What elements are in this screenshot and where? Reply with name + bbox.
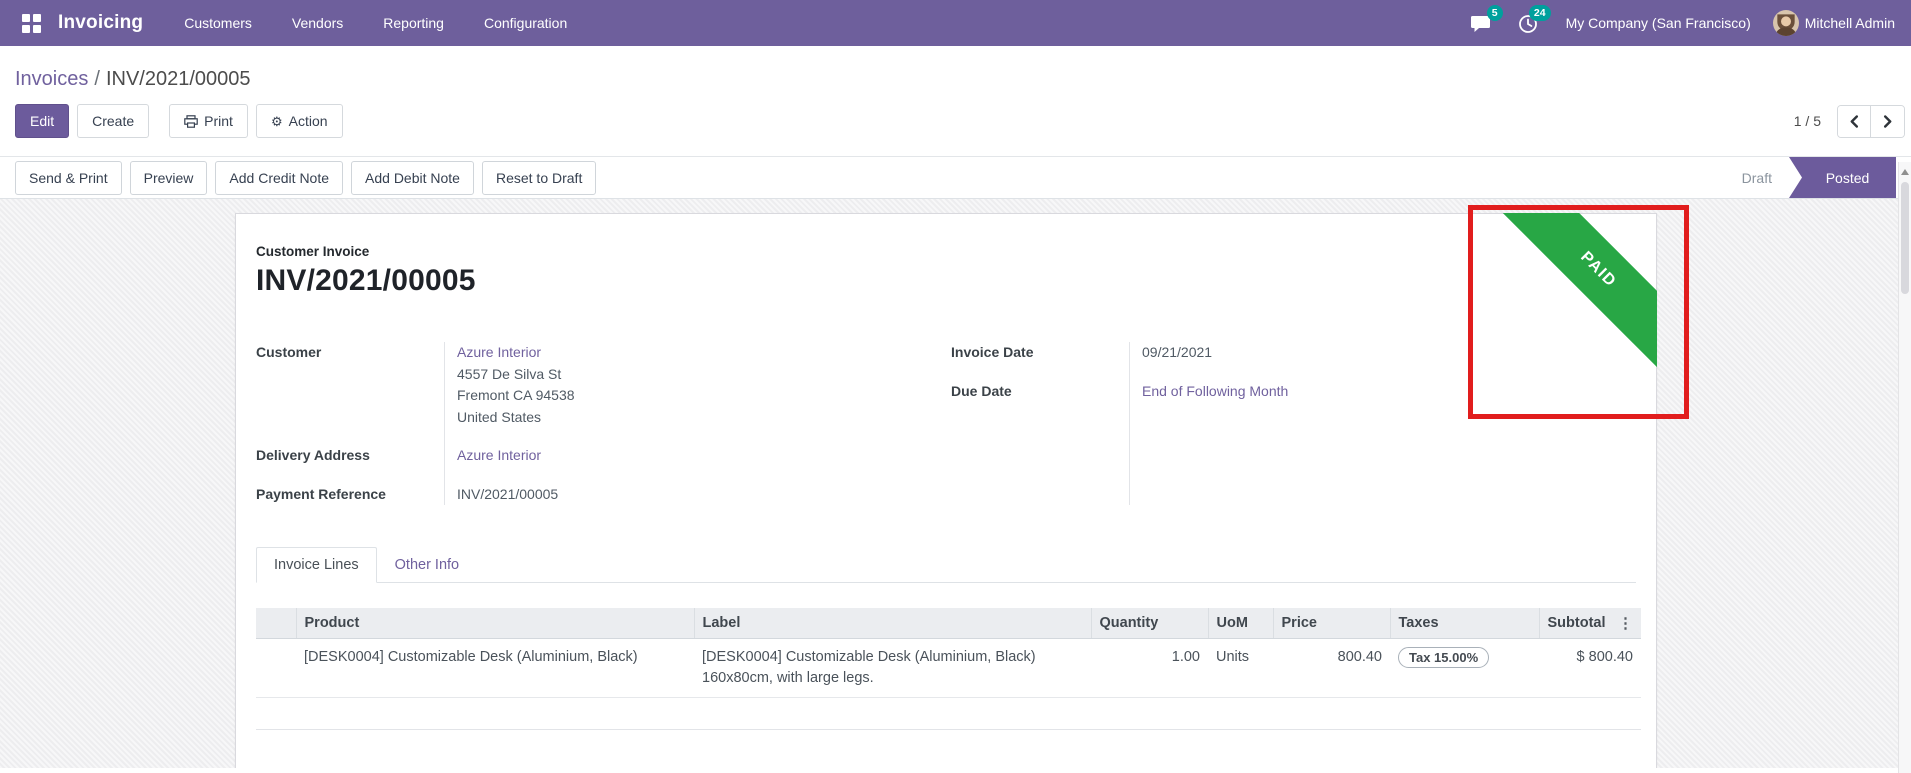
app-name[interactable]: Invoicing <box>58 12 143 34</box>
chat-bubble-icon <box>1470 15 1491 34</box>
table-header-row: Product Label Quantity UoM Price Taxes S… <box>256 608 1641 639</box>
invoice-number-title: INV/2021/00005 <box>256 264 1636 298</box>
customer-address-line: 4557 De Silva St <box>457 364 575 386</box>
invoice-sheet: Customer Invoice INV/2021/00005 Customer… <box>235 213 1657 768</box>
print-button[interactable]: Print <box>169 104 248 138</box>
customer-link[interactable]: Azure Interior <box>457 342 575 364</box>
breadcrumb-separator: / <box>94 68 100 90</box>
invoice-line-row[interactable]: [DESK0004] Customizable Desk (Aluminium,… <box>256 639 1641 698</box>
edit-button[interactable]: Edit <box>15 104 69 138</box>
quantity-column-header[interactable]: Quantity <box>1091 608 1208 639</box>
product-cell: [DESK0004] Customizable Desk (Aluminium,… <box>296 639 694 698</box>
label-column-header[interactable]: Label <box>694 608 1091 639</box>
activities-icon[interactable]: 24 <box>1518 12 1544 34</box>
due-date-field-label: Due Date <box>951 381 1129 403</box>
uom-column-header[interactable]: UoM <box>1208 608 1273 639</box>
user-menu[interactable]: Mitchell Admin <box>1805 15 1895 31</box>
top-navbar: Invoicing Customers Vendors Reporting Co… <box>0 0 1911 46</box>
grid-icon <box>22 14 41 33</box>
reset-to-draft-button[interactable]: Reset to Draft <box>482 161 596 195</box>
control-panel: Invoices / INV/2021/00005 Edit Create Prin… <box>0 46 1911 157</box>
due-date-value-link[interactable]: End of Following Month <box>1142 381 1288 403</box>
print-label: Print <box>204 114 233 128</box>
printer-icon <box>184 115 198 128</box>
add-debit-note-button[interactable]: Add Debit Note <box>351 161 474 195</box>
form-view-content: Customer Invoice INV/2021/00005 Customer… <box>0 199 1911 768</box>
pager: 1 / 5 <box>1794 105 1905 138</box>
stage-posted[interactable]: Posted <box>1789 157 1896 198</box>
send-print-button[interactable]: Send & Print <box>15 161 122 195</box>
statusbar: Send & Print Preview Add Credit Note Add… <box>0 157 1911 199</box>
customer-address-line: United States <box>457 407 575 429</box>
menu-configuration[interactable]: Configuration <box>469 7 582 39</box>
price-column-header[interactable]: Price <box>1273 608 1390 639</box>
action-button[interactable]: ⚙ Action <box>256 104 343 138</box>
payment-reference-value: INV/2021/00005 <box>457 484 575 506</box>
add-credit-note-button[interactable]: Add Credit Note <box>215 161 343 195</box>
pager-next-button[interactable] <box>1871 106 1904 137</box>
company-switcher[interactable]: My Company (San Francisco) <box>1566 15 1751 31</box>
menu-customers[interactable]: Customers <box>169 7 267 39</box>
create-button[interactable]: Create <box>77 104 149 138</box>
tab-invoice-lines[interactable]: Invoice Lines <box>256 547 377 583</box>
pager-count: 1 / 5 <box>1794 113 1821 129</box>
invoice-date-field-label: Invoice Date <box>951 342 1129 364</box>
chevron-left-icon <box>1849 115 1859 128</box>
product-column-header[interactable]: Product <box>296 608 694 639</box>
gear-icon: ⚙ <box>271 115 283 128</box>
delivery-address-field-label: Delivery Address <box>256 445 444 467</box>
price-cell: 800.40 <box>1273 639 1390 698</box>
preview-button[interactable]: Preview <box>130 161 208 195</box>
optional-columns-icon[interactable]: ⋮ <box>1618 614 1633 632</box>
breadcrumb: Invoices / INV/2021/00005 <box>15 68 1905 91</box>
scrollbar-thumb[interactable] <box>1901 182 1909 294</box>
handle-column-header <box>256 608 296 639</box>
invoice-lines-table: Product Label Quantity UoM Price Taxes S… <box>256 608 1641 698</box>
vertical-scrollbar[interactable] <box>1898 162 1911 773</box>
menu-reporting[interactable]: Reporting <box>368 7 459 39</box>
customer-field-label: Customer <box>256 342 444 364</box>
quantity-cell: 1.00 <box>1091 639 1208 698</box>
taxes-column-header[interactable]: Taxes <box>1390 608 1539 639</box>
row-handle-cell <box>256 639 296 698</box>
pager-previous-button[interactable] <box>1838 106 1871 137</box>
delivery-address-link[interactable]: Azure Interior <box>457 445 575 467</box>
document-type-label: Customer Invoice <box>256 244 1636 259</box>
field-groups: Customer Delivery Address Payment Refere… <box>256 342 1636 505</box>
avatar-image <box>1773 10 1799 36</box>
label-cell: [DESK0004] Customizable Desk (Aluminium,… <box>694 639 1091 698</box>
payment-reference-field-label: Payment Reference <box>256 484 444 506</box>
customer-address-line: Fremont CA 94538 <box>457 385 575 407</box>
taxes-cell: Tax 15.00% <box>1390 639 1539 698</box>
main-menu: Customers Vendors Reporting Configuratio… <box>169 7 582 39</box>
stage-draft[interactable]: Draft <box>1725 157 1789 198</box>
tab-other-info[interactable]: Other Info <box>377 547 477 583</box>
stage-widget: Draft Posted <box>1725 157 1896 198</box>
subtotal-header-label: Subtotal <box>1548 615 1606 631</box>
tax-badge: Tax 15.00% <box>1398 647 1489 668</box>
breadcrumb-invoices-link[interactable]: Invoices <box>15 68 88 90</box>
messages-icon[interactable]: 5 <box>1470 12 1496 34</box>
breadcrumb-current: INV/2021/00005 <box>106 68 251 90</box>
totals-section-divider <box>256 729 1641 730</box>
apps-menu-icon[interactable] <box>16 8 46 38</box>
action-label: Action <box>289 114 328 128</box>
messages-count-badge: 5 <box>1487 5 1503 21</box>
subtotal-cell: $ 800.40 <box>1539 639 1641 698</box>
activities-count-badge: 24 <box>1529 5 1551 21</box>
notebook-tabs: Invoice Lines Other Info <box>256 547 1636 583</box>
uom-cell: Units <box>1208 639 1273 698</box>
invoice-date-value: 09/21/2021 <box>1142 342 1288 364</box>
user-avatar[interactable] <box>1773 10 1799 36</box>
chevron-right-icon <box>1883 115 1893 128</box>
subtotal-column-header[interactable]: Subtotal ⋮ <box>1539 608 1641 639</box>
menu-vendors[interactable]: Vendors <box>277 7 358 39</box>
scroll-up-arrow-icon[interactable] <box>1901 169 1909 175</box>
